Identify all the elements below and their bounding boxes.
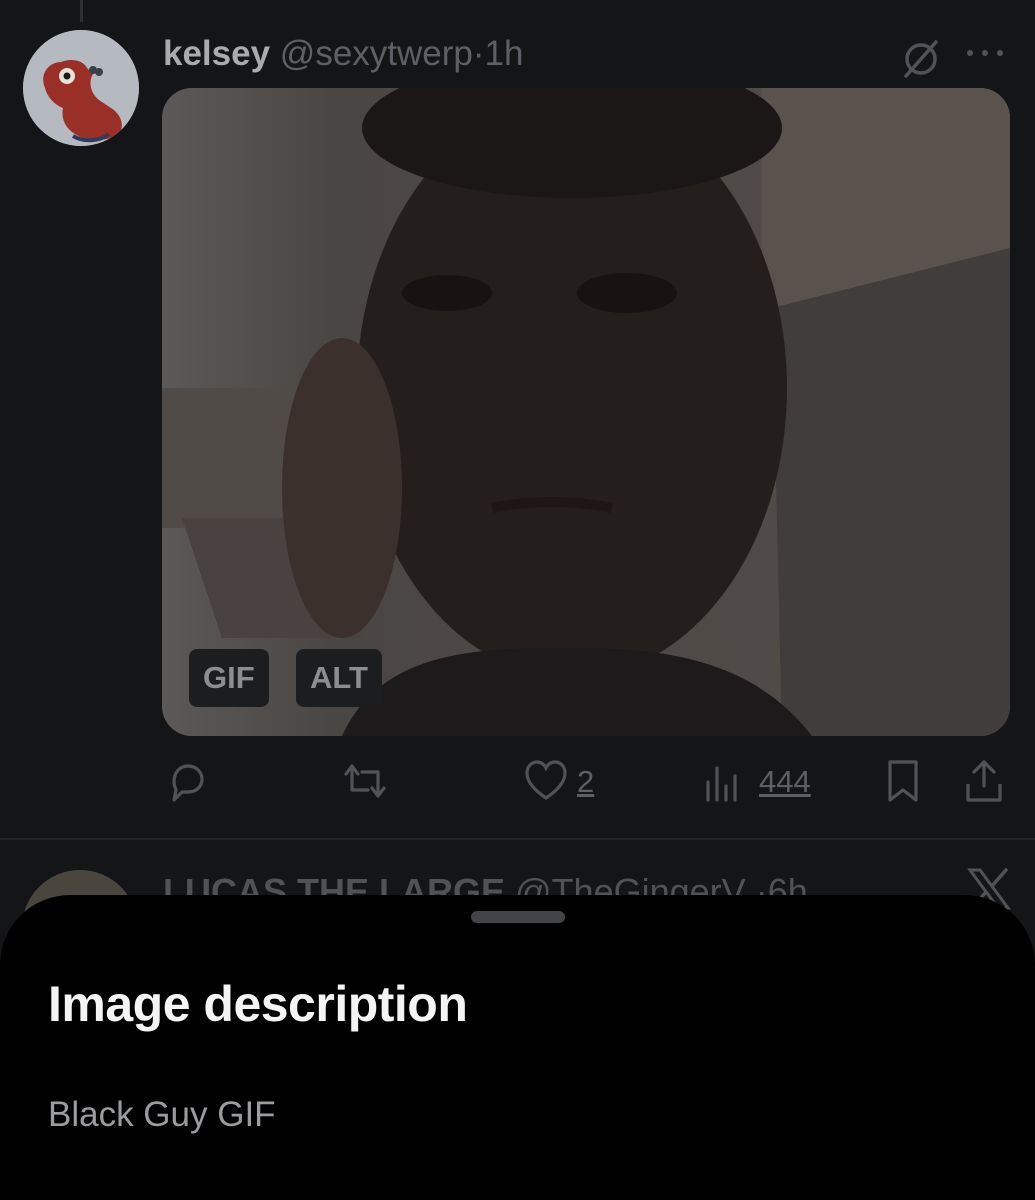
bookmark-icon[interactable] <box>883 756 923 806</box>
image-description-sheet[interactable]: Image description Black Guy GIF <box>0 895 1035 1200</box>
action-bar: 2 444 <box>0 756 1035 806</box>
retweet-icon[interactable] <box>338 756 392 806</box>
like-count[interactable]: 2 <box>577 764 594 800</box>
like-icon[interactable] <box>523 756 569 806</box>
avatar[interactable] <box>23 30 139 146</box>
more-icon[interactable] <box>962 38 1008 68</box>
views-icon[interactable] <box>702 756 742 806</box>
display-name[interactable]: kelsey <box>163 34 270 73</box>
gif-media[interactable] <box>162 88 1010 736</box>
alt-text-description: Black Guy GIF <box>48 1095 276 1134</box>
sheet-grabber-handle[interactable] <box>471 911 565 923</box>
grok-icon[interactable] <box>900 38 942 80</box>
alt-badge[interactable]: ALT <box>296 649 382 707</box>
handle[interactable]: @sexytwerp <box>280 34 473 73</box>
gif-frame <box>162 88 1010 736</box>
timestamp[interactable]: 1h <box>485 34 524 73</box>
view-count[interactable]: 444 <box>759 764 811 800</box>
share-icon[interactable] <box>962 756 1006 806</box>
reply-icon[interactable] <box>164 756 208 806</box>
gif-badge: GIF <box>189 649 269 707</box>
separator: · <box>472 34 485 73</box>
tweet-header: kelsey @sexytwerp·1h <box>163 32 523 76</box>
tweet[interactable]: kelsey @sexytwerp·1h GIF ALT 2 444 <box>0 0 1035 838</box>
sheet-title: Image description <box>48 976 468 1032</box>
